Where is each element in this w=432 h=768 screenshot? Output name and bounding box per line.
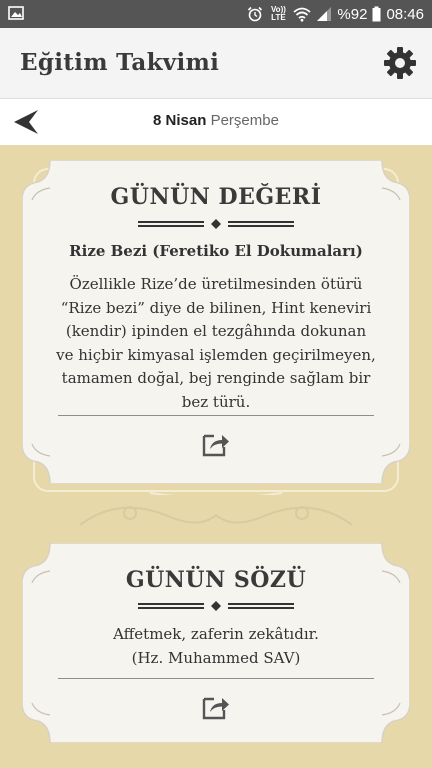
card-subtitle: Rize Bezi (Feretiko El Dokumaları) bbox=[69, 242, 363, 260]
app-bar: Eğitim Takvimi bbox=[0, 28, 432, 98]
current-date: 8 Nisan Perşembe bbox=[0, 112, 432, 129]
body-line: “Rize bezi” diye de bilinen, Hint kenevi… bbox=[60, 298, 372, 317]
quote-text: Affetmek, zaferin zekâtıdır. (Hz. Muhamm… bbox=[48, 623, 384, 670]
quote-of-the-day-card: GÜNÜN SÖZÜ Affetmek, zaferin zekâtıdır. … bbox=[22, 543, 410, 743]
date-bar: 8 Nisan Perşembe bbox=[0, 98, 432, 146]
gear-icon bbox=[384, 47, 416, 79]
battery-percentage: %92 bbox=[337, 5, 368, 23]
gallery-notification-icon bbox=[8, 6, 24, 20]
date-day: 8 Nisan bbox=[153, 112, 207, 129]
card-divider bbox=[58, 678, 374, 679]
card-body: Özellikle Rize’de üretilmesinden ötürü “… bbox=[48, 273, 384, 414]
card-title: GÜNÜN SÖZÜ bbox=[125, 567, 307, 593]
app-title: Eğitim Takvimi bbox=[20, 49, 220, 76]
alarm-icon bbox=[248, 6, 263, 22]
signal-icon bbox=[317, 7, 332, 21]
quote-source: (Hz. Muhammed SAV) bbox=[131, 648, 301, 667]
body-line: bez türü. bbox=[181, 392, 251, 411]
content-area: GÜNÜN DEĞERİ Rize Bezi (Feretiko El Doku… bbox=[0, 145, 432, 768]
body-line: tamamen doğal, bej renginde sağlam bir bbox=[61, 369, 371, 387]
body-line: Özellikle Rize’de üretilmesinden ötürü bbox=[69, 275, 363, 293]
decorative-ornament bbox=[79, 506, 353, 526]
body-line: (kendir) ipinden el tezgâhında dokunan bbox=[65, 322, 367, 340]
card-divider bbox=[58, 415, 374, 416]
status-bar: Vo)) LTE %92 08:46 bbox=[0, 0, 432, 28]
volte-label: Vo)) LTE bbox=[270, 5, 286, 22]
quote-line: Affetmek, zaferin zekâtıdır. bbox=[113, 625, 319, 643]
clock: 08:46 bbox=[386, 5, 424, 23]
share-button[interactable] bbox=[201, 430, 231, 458]
title-ornament bbox=[138, 601, 294, 611]
body-line: ve hiçbir kimyasal işlemden geçirilmeyen… bbox=[56, 345, 376, 364]
share-icon bbox=[202, 434, 229, 457]
value-of-the-day-card: GÜNÜN DEĞERİ Rize Bezi (Feretiko El Doku… bbox=[22, 160, 410, 484]
title-ornament bbox=[138, 219, 294, 229]
date-weekday: Perşembe bbox=[210, 112, 279, 129]
share-button[interactable] bbox=[201, 693, 231, 721]
settings-button[interactable] bbox=[382, 45, 418, 81]
battery-icon bbox=[372, 6, 381, 22]
wifi-icon bbox=[293, 7, 312, 22]
card-title: GÜNÜN DEĞERİ bbox=[110, 184, 322, 210]
share-icon bbox=[202, 697, 229, 720]
